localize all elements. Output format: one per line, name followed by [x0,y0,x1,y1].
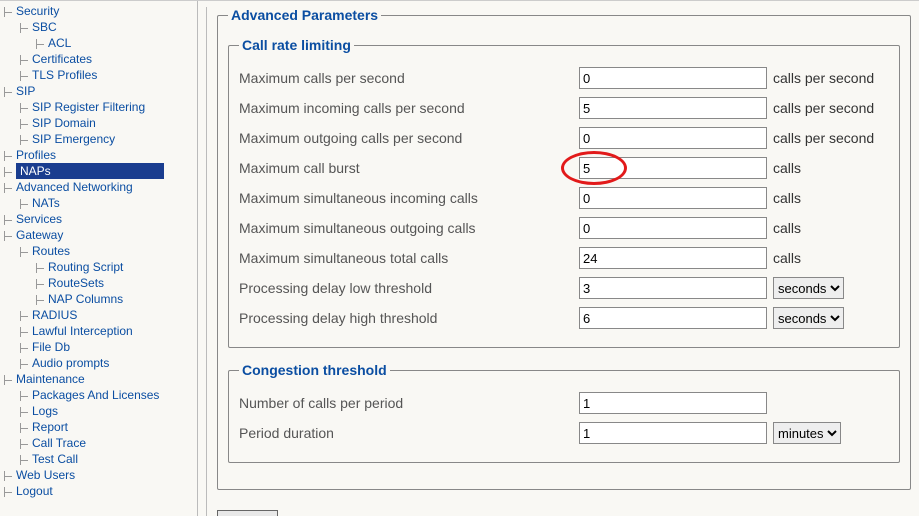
label-max-sim-in: Maximum simultaneous incoming calls [239,190,579,206]
input-max-out-cps[interactable] [579,127,767,149]
nav-lawful-interception[interactable]: Lawful Interception [32,324,133,338]
label-max-cps: Maximum calls per second [239,70,579,86]
input-delay-low[interactable] [579,277,767,299]
congestion-threshold-fieldset: Congestion threshold Number of calls per… [228,362,900,463]
nav-report[interactable]: Report [32,420,68,434]
nav-profiles[interactable]: Profiles [16,148,56,162]
nav-audio-prompts[interactable]: Audio prompts [32,356,109,370]
nav-logs[interactable]: Logs [32,404,58,418]
nav-sip-domain[interactable]: SIP Domain [32,116,96,130]
nav-routes[interactable]: Routes [32,244,70,258]
unit-max-sim-in: calls [773,190,801,206]
nav-advanced-networking[interactable]: Advanced Networking [16,180,133,194]
unit-max-burst: calls [773,160,801,176]
nav-gateway[interactable]: Gateway [16,228,63,242]
label-max-sim-out: Maximum simultaneous outgoing calls [239,220,579,236]
label-delay-low: Processing delay low threshold [239,280,579,296]
advanced-parameters-fieldset: Advanced Parameters Call rate limiting M… [217,7,911,490]
nav-sip-register-filtering[interactable]: SIP Register Filtering [32,100,145,114]
label-max-in-cps: Maximum incoming calls per second [239,100,579,116]
input-num-per-period[interactable] [579,392,767,414]
nav-tls-profiles[interactable]: TLS Profiles [32,68,97,82]
input-period-duration[interactable] [579,422,767,444]
unit-max-sim-total: calls [773,250,801,266]
input-delay-high[interactable] [579,307,767,329]
nav-nats[interactable]: NATs [32,196,60,210]
unit-max-in-cps: calls per second [773,100,874,116]
label-max-out-cps: Maximum outgoing calls per second [239,130,579,146]
label-period-duration: Period duration [239,425,579,441]
nav-test-call[interactable]: Test Call [32,452,78,466]
congestion-threshold-legend: Congestion threshold [239,362,390,378]
nav-services[interactable]: Services [16,212,62,226]
nav-logout[interactable]: Logout [16,484,53,498]
call-rate-limiting-legend: Call rate limiting [239,37,354,53]
nav-naps[interactable]: NAPs [16,163,164,179]
select-delay-high-unit[interactable]: seconds [773,307,844,329]
unit-max-out-cps: calls per second [773,130,874,146]
nav-call-trace[interactable]: Call Trace [32,436,86,450]
nav-sip-emergency[interactable]: SIP Emergency [32,132,115,146]
nav-file-db[interactable]: File Db [32,340,70,354]
input-max-sim-out[interactable] [579,217,767,239]
input-max-sim-in[interactable] [579,187,767,209]
unit-max-sim-out: calls [773,220,801,236]
nav-security[interactable]: Security [16,4,59,18]
nav-routing-script[interactable]: Routing Script [48,260,123,274]
nav-packages-licenses[interactable]: Packages And Licenses [32,388,159,402]
create-button[interactable]: Create [217,510,278,516]
nav-certificates[interactable]: Certificates [32,52,92,66]
input-max-in-cps[interactable] [579,97,767,119]
select-delay-low-unit[interactable]: seconds [773,277,844,299]
nav-sip[interactable]: SIP [16,84,35,98]
nav-acl[interactable]: ACL [48,36,71,50]
input-max-burst[interactable] [579,157,767,179]
nav-radius[interactable]: RADIUS [32,308,77,322]
nav-web-users[interactable]: Web Users [16,468,75,482]
advanced-parameters-legend: Advanced Parameters [228,7,381,23]
select-period-unit[interactable]: minutes [773,422,841,444]
sidebar-nav: Security SBC ACL Certificates TLS Profil… [0,1,198,516]
call-rate-limiting-fieldset: Call rate limiting Maximum calls per sec… [228,37,900,348]
nav-sbc[interactable]: SBC [32,20,57,34]
nav-routesets[interactable]: RouteSets [48,276,104,290]
highlight-ring-icon [579,157,767,179]
input-max-sim-total[interactable] [579,247,767,269]
label-max-burst: Maximum call burst [239,160,579,176]
label-max-sim-total: Maximum simultaneous total calls [239,250,579,266]
main-content: Advanced Parameters Call rate limiting M… [198,1,919,516]
nav-nap-columns[interactable]: NAP Columns [48,292,123,306]
unit-max-cps: calls per second [773,70,874,86]
label-num-per-period: Number of calls per period [239,395,579,411]
label-delay-high: Processing delay high threshold [239,310,579,326]
input-max-cps[interactable] [579,67,767,89]
nav-maintenance[interactable]: Maintenance [16,372,85,386]
